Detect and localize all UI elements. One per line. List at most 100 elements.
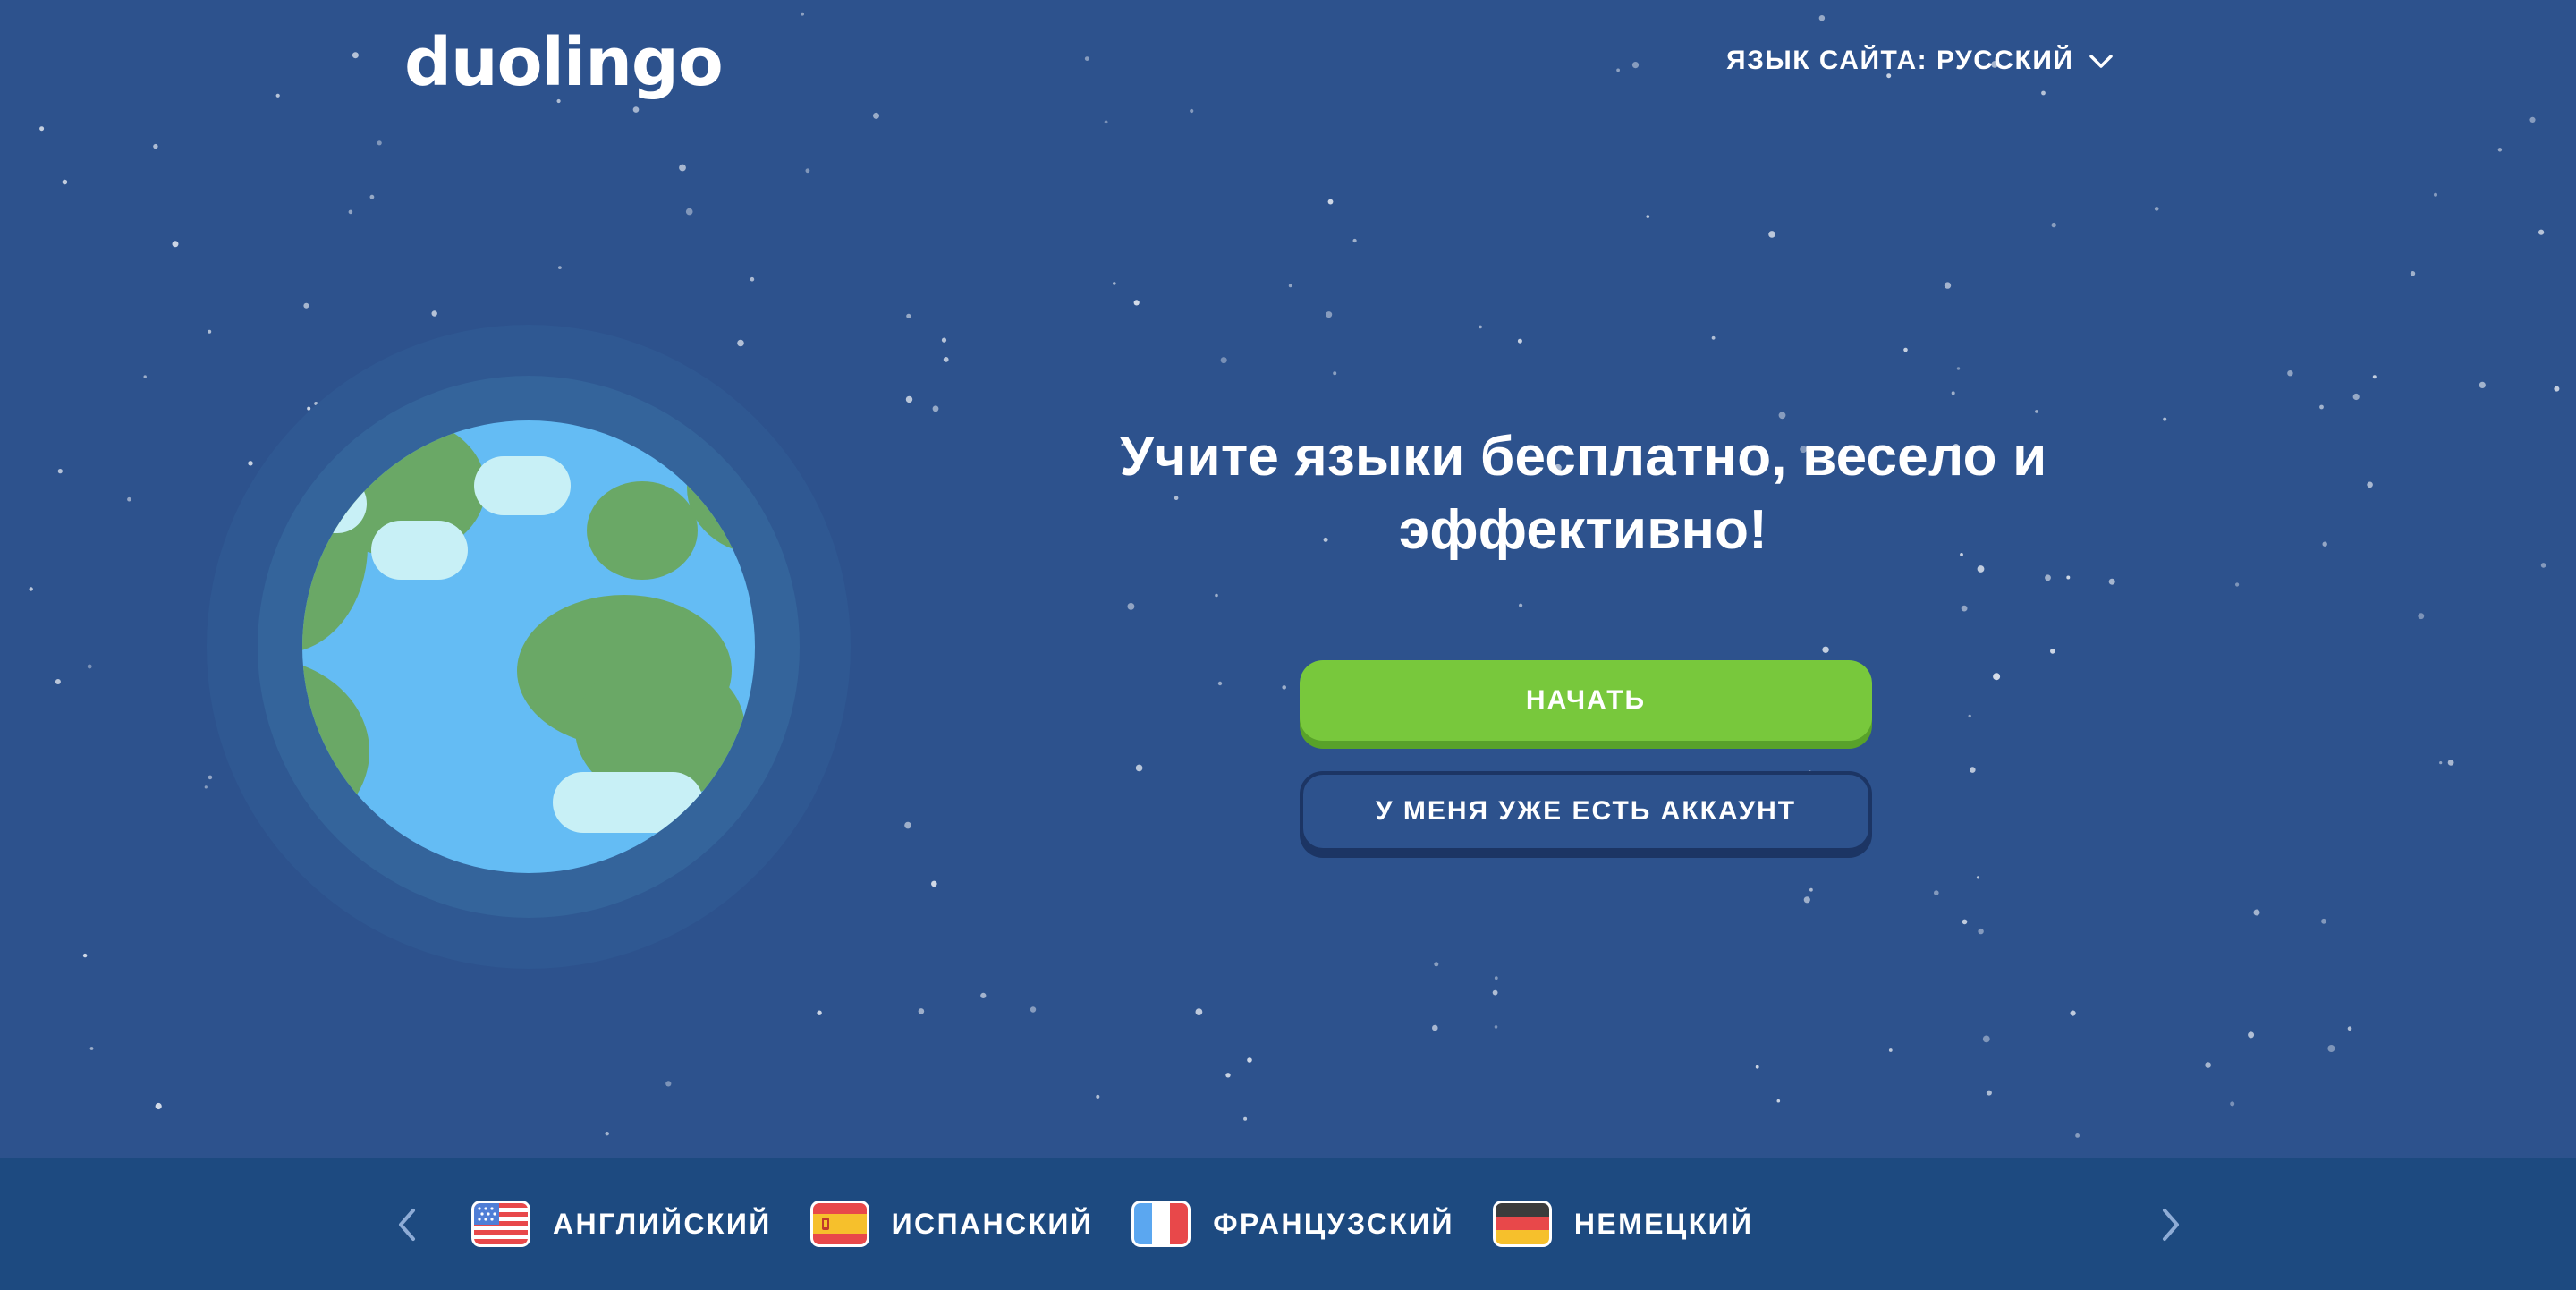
landing-page: duolingo ЯЗЫК САЙТА: РУССКИЙ Учите языки… xyxy=(0,0,2576,1290)
star xyxy=(906,313,911,318)
star xyxy=(2154,207,2159,211)
star xyxy=(932,405,939,412)
star xyxy=(1096,1094,1100,1099)
star xyxy=(1333,371,1337,376)
star xyxy=(605,1132,609,1136)
star xyxy=(2434,192,2437,197)
language-carousel: АНГЛИЙСКИЙ ИСПАНСКИЙ ФРАНЦУЗСКИЙ НЕМЕЦКИ… xyxy=(0,1158,2576,1290)
star xyxy=(805,168,810,174)
star xyxy=(1976,876,1980,879)
star xyxy=(153,143,158,149)
star xyxy=(377,140,382,146)
star xyxy=(2163,417,2167,421)
star xyxy=(2108,578,2115,585)
star xyxy=(980,992,987,998)
star xyxy=(1968,714,1971,718)
star xyxy=(2066,575,2071,580)
star xyxy=(1778,412,1786,420)
star xyxy=(431,310,437,317)
star xyxy=(2447,760,2454,766)
star xyxy=(679,164,686,172)
star xyxy=(1934,890,1939,895)
us-flag-icon xyxy=(471,1201,530,1247)
star xyxy=(1243,1116,1248,1121)
headline-line-1: Учите языки бесплатно, весело и xyxy=(1119,426,2047,488)
star xyxy=(55,679,61,684)
language-item-spanish[interactable]: ИСПАНСКИЙ xyxy=(809,1200,1094,1248)
start-button[interactable]: НАЧАТЬ xyxy=(1300,660,1872,741)
header: duolingo ЯЗЫК САЙТА: РУССКИЙ xyxy=(0,0,2576,125)
star xyxy=(931,880,937,887)
star xyxy=(1494,976,1498,980)
star xyxy=(62,179,68,185)
hero: Учите языки бесплатно, весело и эффектив… xyxy=(1020,420,2147,567)
chevron-right-icon[interactable] xyxy=(2145,1200,2195,1250)
star xyxy=(941,337,947,343)
star xyxy=(904,821,911,829)
star xyxy=(2035,410,2038,413)
star xyxy=(2418,613,2425,620)
star xyxy=(2367,481,2373,488)
site-language-selector[interactable]: ЯЗЫК САЙТА: РУССКИЙ xyxy=(1726,43,2115,79)
existing-account-button[interactable]: У МЕНЯ УЖЕ ЕСТЬ АККАУНТ xyxy=(1300,771,1872,852)
star xyxy=(87,664,92,669)
star xyxy=(1803,896,1810,904)
star xyxy=(143,375,147,378)
star xyxy=(2287,370,2293,377)
language-label-french: ФРАНЦУЗСКИЙ xyxy=(1213,1207,1454,1240)
star xyxy=(1127,603,1135,610)
star xyxy=(1978,928,1984,935)
star xyxy=(2051,222,2056,228)
star xyxy=(558,266,562,269)
earth-illustration xyxy=(207,325,851,969)
chevron-left-icon[interactable] xyxy=(383,1200,433,1250)
star xyxy=(1519,603,1523,607)
star xyxy=(2439,761,2443,765)
star xyxy=(1352,238,1357,243)
star xyxy=(303,302,309,309)
language-item-french[interactable]: ФРАНЦУЗСКИЙ xyxy=(1131,1200,1454,1248)
star xyxy=(2045,574,2051,581)
language-item-german[interactable]: НЕМЕЦКИЙ xyxy=(1492,1200,1754,1248)
star xyxy=(1776,1099,1781,1103)
language-item-english[interactable]: АНГЛИЙСКИЙ xyxy=(470,1200,772,1248)
star xyxy=(943,357,949,362)
star xyxy=(1432,1024,1438,1031)
star xyxy=(2230,1101,2235,1107)
star xyxy=(1951,391,1955,395)
star xyxy=(155,1102,162,1110)
star xyxy=(2372,375,2377,379)
star xyxy=(1494,1025,1498,1029)
star xyxy=(1288,284,1292,288)
star xyxy=(39,126,45,132)
star xyxy=(2253,909,2260,916)
star xyxy=(2497,148,2503,152)
star xyxy=(1215,593,1218,598)
star xyxy=(1986,1090,1992,1096)
star xyxy=(1809,887,1813,892)
star xyxy=(817,1010,822,1015)
star xyxy=(2347,1026,2352,1031)
star xyxy=(2352,393,2360,401)
star xyxy=(1956,367,1961,370)
star xyxy=(1225,1073,1231,1078)
star xyxy=(1282,685,1286,690)
duolingo-logo[interactable]: duolingo xyxy=(404,20,724,106)
france-flag-icon xyxy=(1131,1201,1191,1247)
chevron-down-icon xyxy=(2089,55,2113,68)
star xyxy=(2075,1133,2080,1138)
star xyxy=(1962,919,1968,925)
star xyxy=(1982,1035,1990,1043)
star xyxy=(1030,1006,1037,1013)
language-label-german: НЕМЕЦКИЙ xyxy=(1573,1207,1754,1240)
star xyxy=(1133,300,1140,306)
star xyxy=(1195,1008,1203,1015)
star xyxy=(918,1008,925,1014)
star xyxy=(29,587,33,591)
star xyxy=(1944,282,1952,289)
star xyxy=(2322,541,2327,547)
star xyxy=(2327,1045,2335,1052)
star xyxy=(1993,673,2001,681)
star xyxy=(665,1081,672,1087)
star xyxy=(905,395,913,403)
